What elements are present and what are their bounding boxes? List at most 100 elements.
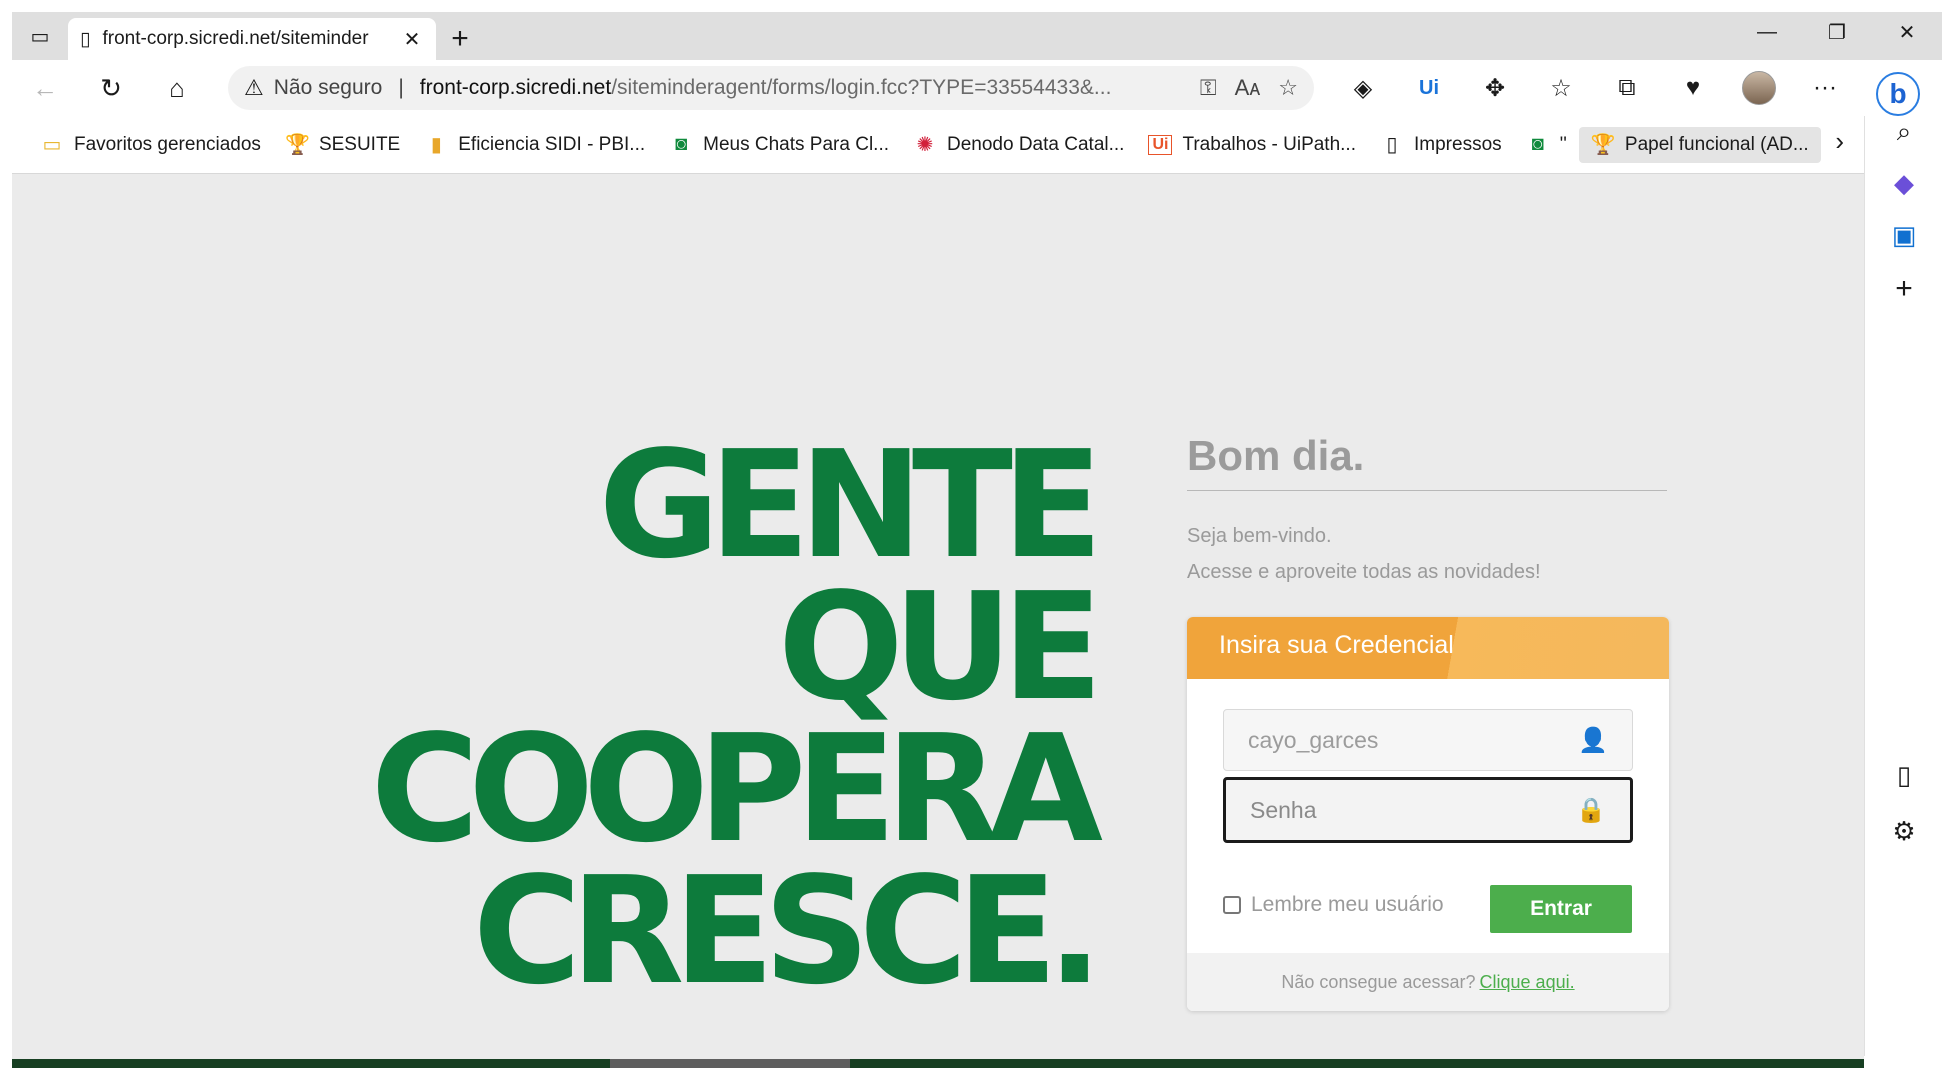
search-icon[interactable]: ⌕ [1865,116,1942,148]
slogan-line: CRESCE. [472,845,1103,1017]
horizontal-scrollbar[interactable] [610,1059,850,1068]
remember-label: Lembre meu usuário [1251,893,1444,916]
address-bar[interactable]: ⚠ Não seguro | front-corp.sicredi.net/si… [228,66,1314,110]
chat-app-icon: ◙ [1531,133,1544,155]
remember-user-option[interactable]: Lembre meu usuário [1223,893,1444,917]
split-screen-icon[interactable]: ▯ [1865,760,1942,791]
welcome-text: Seja bem-vindo. Acesse e aproveite todas… [1187,518,1541,590]
not-secure-label[interactable]: Não seguro [274,76,383,100]
lock-icon: 🔒 [1576,796,1606,824]
login-page: GENTE QUE COOPERA CRESCE. Bom dia. Seja … [12,174,1864,1068]
welcome-line: Acesse e aproveite todas as novidades! [1187,561,1541,583]
bookmark-meus-chats[interactable]: ◙ Meus Chats Para Cl... [657,127,901,163]
help-footer: Não consegue acessar? Clique aqui. [1187,953,1669,1011]
browser-window: ▭ ▯ front-corp.sicredi.net/siteminder ✕ … [12,12,1942,1068]
toolbar: ◈ Ui ✥ ☆ ⧉ ♥ ··· [1330,60,1858,116]
window-controls: — ❐ ✕ [1732,12,1942,52]
refresh-button[interactable]: ↻ [78,60,144,116]
minimize-button[interactable]: — [1732,12,1802,52]
bookmark-label: '' [1559,133,1567,155]
close-tab-icon[interactable]: ✕ [400,27,424,52]
bookmark-label: Meus Chats Para Cl... [703,133,889,155]
slogan-line: QUE [777,561,1103,733]
avatar [1742,71,1776,105]
password-placeholder: Senha [1250,796,1317,823]
bookmark-label: Papel funcional (AD... [1624,133,1809,155]
active-tab[interactable]: ▯ front-corp.sicredi.net/siteminder ✕ [68,18,436,60]
more-menu-icon[interactable]: ··· [1792,60,1858,116]
restore-button[interactable]: ❐ [1802,12,1872,52]
edge-sidebar: ⌕ ◆ ▣ + ▯ ⚙ [1864,116,1942,1056]
read-aloud-icon[interactable]: Aᴀ [1235,75,1261,101]
bing-copilot-icon[interactable]: b [1876,72,1920,116]
username-input[interactable]: cayo_garces 👤 [1223,709,1633,771]
page-icon: ▯ [80,28,91,50]
bookmark-favoritos-gerenciados[interactable]: ▭ Favoritos gerenciados [28,127,273,163]
trophy-icon: 🏆 [1590,134,1616,156]
bookmark-papel-funcional[interactable]: 🏆 Papel funcional (AD... [1578,126,1821,163]
login-card: Insira sua Credencial cayo_garces 👤 Senh… [1187,617,1669,1011]
tab-strip: ▭ ▯ front-corp.sicredi.net/siteminder ✕ … [12,12,1942,60]
new-tab-button[interactable]: + [436,18,484,60]
favorites-bar: ▭ Favoritos gerenciados 🏆 SESUITE ▮ Eficien… [12,116,1864,174]
tab-title: front-corp.sicredi.net/siteminder [102,28,369,49]
bookmark-denodo[interactable]: ✺ Denodo Data Catal... [901,127,1136,163]
add-favorite-icon[interactable]: ☆ [1278,75,1298,101]
username-value: cayo_garces [1248,726,1379,753]
back-button[interactable]: ← [12,60,78,116]
collections-icon[interactable]: ⧉ [1594,60,1660,116]
chat-app-icon: ◙ [675,133,688,155]
key-icon[interactable]: ⚿ [1200,75,1217,101]
slogan-line: COOPERA [370,703,1103,875]
browser-essentials-icon[interactable]: ♥ [1660,60,1726,116]
bookmark-label: Favoritos gerenciados [74,133,261,155]
powerbi-icon: ▮ [430,134,442,156]
copilot-icon[interactable]: ◆ [1865,168,1942,199]
add-icon[interactable]: + [1865,272,1942,306]
uipath-extension-icon[interactable]: Ui [1396,60,1462,116]
uipath-icon: Ui [1148,134,1173,155]
bookmark-label: Eficiencia SIDI - PBI... [458,133,646,155]
bookmark-eficiencia-sidi[interactable]: ▮ Eficiencia SIDI - PBI... [412,127,657,163]
warning-icon[interactable]: ⚠ [244,75,264,101]
bookmark-label: Denodo Data Catal... [947,133,1125,155]
bookmark-untitled[interactable]: ◙ '' [1514,127,1579,163]
bookmark-label: SESUITE [318,133,401,155]
help-text: Não consegue acessar? [1281,971,1476,992]
url-text[interactable]: front-corp.sicredi.net/siteminderagent/f… [420,76,1182,100]
extensions-icon[interactable]: ✥ [1462,60,1528,116]
help-link[interactable]: Clique aqui. [1480,972,1575,993]
bookmark-sesuite[interactable]: 🏆 SESUITE [273,127,412,163]
page-bottom-bar [12,1059,1864,1068]
card-title: Insira sua Credencial [1187,617,1669,679]
trophy-icon: 🏆 [284,134,310,156]
login-button[interactable]: Entrar [1490,885,1632,933]
favorites-icon[interactable]: ☆ [1528,60,1594,116]
slogan-line: GENTE [598,419,1104,591]
url-path: /siteminderagent/forms/login.fcc?TYPE=33… [611,76,1112,99]
bookmark-impressos[interactable]: ▯ Impressos [1368,127,1514,163]
page-icon: ▯ [1386,134,1398,156]
slogan: GENTE QUE COOPERA CRESCE. [192,419,1104,1017]
bookmark-label: Impressos [1414,133,1502,155]
settings-icon[interactable]: ⚙ [1865,816,1942,847]
home-button[interactable]: ⌂ [144,60,210,116]
chevron-right-icon[interactable]: › [1835,126,1844,157]
greeting-heading: Bom dia. [1187,432,1667,491]
profile-button[interactable] [1726,60,1792,116]
folder-icon: ▭ [42,134,62,156]
bookmark-label: Trabalhos - UiPath... [1182,133,1356,155]
tab-actions-icon[interactable]: ▭ [12,12,68,60]
welcome-line: Seja bem-vindo. [1187,525,1332,547]
user-icon: 👤 [1578,726,1608,754]
outlook-icon[interactable]: ▣ [1865,220,1942,251]
denodo-icon: ✺ [916,134,934,156]
url-host: front-corp.sicredi.net [419,76,612,99]
bookmark-trabalhos-uipath[interactable]: Ui Trabalhos - UiPath... [1136,127,1368,163]
address-separator: | [398,76,404,99]
navigation-bar: ← ↻ ⌂ ⚠ Não seguro | front-corp.sicredi.… [12,60,1942,116]
remember-checkbox[interactable] [1223,896,1241,914]
password-input[interactable]: Senha 🔒 [1223,777,1633,843]
close-window-button[interactable]: ✕ [1872,12,1942,52]
extension-icon[interactable]: ◈ [1330,60,1396,116]
